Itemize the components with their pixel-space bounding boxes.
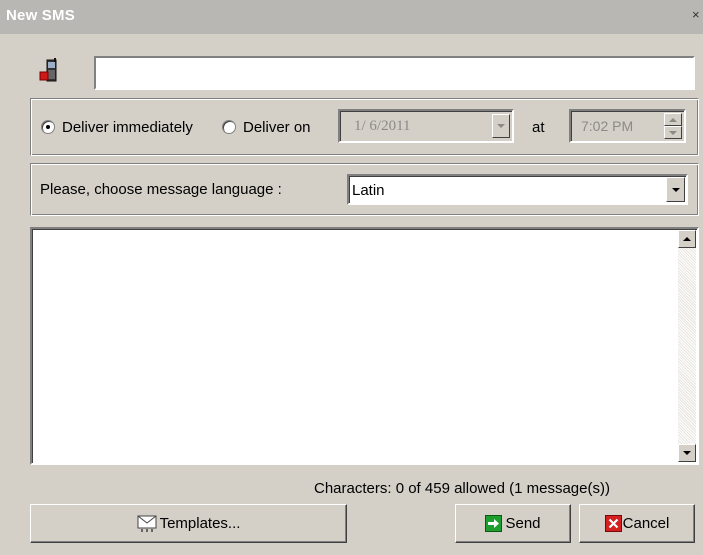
spin-up-icon bbox=[669, 117, 677, 122]
arrow-right-icon bbox=[485, 515, 503, 532]
language-selected-value: Latin bbox=[352, 182, 385, 199]
time-spin-down-button[interactable] bbox=[664, 126, 682, 139]
chevron-down-icon bbox=[497, 124, 505, 128]
close-icon bbox=[604, 515, 622, 532]
templates-button-label: Templates... bbox=[159, 515, 241, 532]
cancel-button-label: Cancel bbox=[622, 515, 670, 532]
at-label: at bbox=[532, 119, 545, 136]
delivery-time-picker[interactable]: 7:02 PM bbox=[569, 109, 686, 143]
send-button[interactable]: Send bbox=[455, 504, 571, 543]
title-bar: New SMS × bbox=[0, 0, 703, 34]
window-title: New SMS bbox=[6, 7, 75, 24]
spin-down-icon bbox=[669, 130, 677, 135]
deliver-on-radio[interactable] bbox=[222, 120, 236, 134]
scroll-up-button[interactable] bbox=[678, 230, 696, 248]
message-scrollbar[interactable] bbox=[678, 230, 696, 462]
language-label: Please, choose message language : bbox=[40, 181, 282, 198]
cancel-button[interactable]: Cancel bbox=[579, 504, 695, 543]
deliver-immediately-label[interactable]: Deliver immediately bbox=[62, 119, 193, 136]
send-button-label: Send bbox=[505, 515, 541, 532]
recipient-input[interactable] bbox=[94, 56, 695, 90]
chevron-down-icon bbox=[671, 187, 680, 192]
close-icon[interactable]: × bbox=[692, 8, 701, 22]
language-dropdown-button[interactable] bbox=[666, 177, 685, 202]
templates-button[interactable]: Templates... bbox=[30, 504, 347, 543]
date-dropdown-button[interactable] bbox=[492, 114, 510, 138]
scroll-up-icon bbox=[683, 237, 691, 241]
language-select[interactable]: Latin bbox=[347, 174, 688, 205]
deliver-on-label[interactable]: Deliver on bbox=[243, 119, 311, 136]
character-counter: Characters: 0 of 459 allowed (1 message(… bbox=[314, 480, 610, 497]
scroll-down-button[interactable] bbox=[678, 444, 696, 462]
time-spin-up-button[interactable] bbox=[664, 113, 682, 126]
deliver-immediately-radio[interactable] bbox=[41, 120, 55, 134]
delivery-date-picker[interactable]: 1/ 6/2011 bbox=[338, 109, 514, 143]
delivery-date-value: 1/ 6/2011 bbox=[354, 118, 411, 134]
envelope-icon bbox=[137, 515, 157, 532]
new-sms-window: New SMS × Deliver immediately Deliver on… bbox=[0, 0, 703, 555]
scroll-down-icon bbox=[683, 451, 691, 455]
delivery-time-value: 7:02 PM bbox=[581, 118, 634, 134]
message-text-area[interactable] bbox=[30, 227, 699, 465]
mobile-phone-icon bbox=[38, 58, 60, 84]
